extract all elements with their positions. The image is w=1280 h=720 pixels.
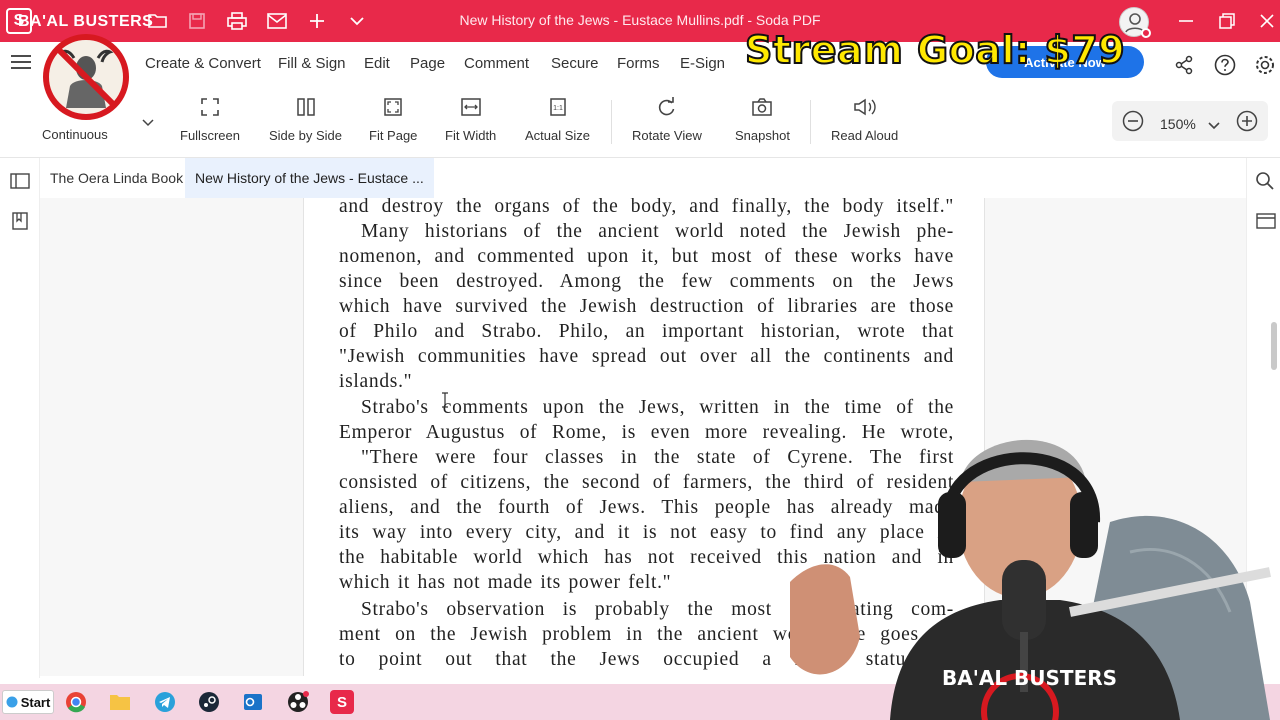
tab-new-history-of-the-jews[interactable]: New History of the Jews - Eustace ...	[185, 158, 434, 198]
baal-busters-logo	[40, 34, 132, 120]
notification-dot	[1141, 28, 1151, 38]
restore-icon[interactable]	[1212, 8, 1242, 34]
chrome-icon[interactable]	[64, 690, 88, 714]
start-label: Start	[20, 694, 51, 710]
menu-fill-sign[interactable]: Fill & Sign	[278, 55, 346, 72]
side-by-side-label: Side by Side	[269, 128, 342, 143]
text-cursor-icon	[440, 392, 450, 413]
rotate-icon	[654, 94, 680, 120]
menu-create-convert[interactable]: Create & Convert	[145, 55, 261, 72]
start-button[interactable]: Start	[2, 690, 54, 714]
outlook-icon[interactable]	[241, 690, 265, 714]
menu-forms[interactable]: Forms	[617, 55, 660, 72]
text-line: since been destroyed. Among the few comm…	[339, 271, 954, 292]
shirt-text: BA'AL BUSTERS	[942, 666, 1118, 690]
document-tabs: The Oera Linda Book New History of the J…	[40, 158, 1240, 198]
menu-e-sign[interactable]: E-Sign	[680, 55, 725, 72]
zoom-chevron-down-icon[interactable]	[1208, 117, 1220, 135]
share-icon[interactable]	[1172, 53, 1196, 77]
file-explorer-icon[interactable]	[108, 690, 132, 714]
sidebar-toggle-icon[interactable]	[9, 170, 31, 192]
obs-icon[interactable]	[286, 690, 310, 714]
side-by-side-icon	[293, 94, 319, 120]
webcam-overlay: BA'AL BUSTERS	[770, 412, 1280, 720]
speaker-icon	[852, 94, 878, 120]
close-icon[interactable]	[1252, 8, 1280, 34]
fit-page-label: Fit Page	[369, 128, 418, 143]
menu-edit[interactable]: Edit	[364, 55, 390, 72]
menu-page[interactable]: Page	[410, 55, 445, 72]
menu-comment[interactable]: Comment	[464, 55, 529, 72]
svg-text:1:1: 1:1	[553, 105, 563, 112]
view-mode-label: Continuous	[42, 127, 108, 142]
menu-secure[interactable]: Secure	[551, 55, 599, 72]
fit-page-icon	[380, 94, 406, 120]
view-toolbar: Continuous Fullscreen Side by Side Fit P…	[0, 86, 1280, 158]
vertical-scrollbar-thumb[interactable]	[1271, 322, 1277, 370]
view-mode-chevron-icon[interactable]	[142, 114, 154, 132]
text-line: which have survived the Jewish destructi…	[339, 296, 954, 317]
fit-width-button[interactable]: Fit Width	[445, 94, 496, 143]
snapshot-button[interactable]: Snapshot	[735, 94, 790, 143]
read-aloud-label: Read Aloud	[831, 128, 899, 143]
toolbar-divider	[611, 100, 612, 144]
rotate-view-button[interactable]: Rotate View	[632, 94, 702, 143]
soda-pdf-taskbar-icon[interactable]: S	[330, 690, 354, 714]
actual-size-icon: 1:1	[545, 94, 571, 120]
view-mode-select[interactable]: Continuous	[42, 127, 108, 142]
text-line: nomenon, and commented upon it, but most…	[339, 246, 954, 267]
minimize-icon[interactable]	[1171, 8, 1201, 34]
text-line: and destroy the organs of the body, and …	[339, 198, 954, 217]
side-by-side-button[interactable]: Side by Side	[269, 94, 342, 143]
camera-icon	[749, 94, 775, 120]
panel-view-icon[interactable]	[1255, 210, 1277, 232]
tab-oera-linda-book[interactable]: The Oera Linda Book	[40, 158, 193, 198]
text-line: "Jewish communities have spread out over…	[339, 346, 954, 367]
snapshot-label: Snapshot	[735, 128, 790, 143]
fullscreen-button[interactable]: Fullscreen	[180, 94, 240, 143]
toolbar-divider	[810, 100, 811, 144]
zoom-level[interactable]: 150%	[1160, 116, 1196, 132]
bookmark-panel-icon[interactable]	[9, 210, 31, 232]
text-line: islands."	[339, 371, 413, 392]
text-line: of Philo and Strabo. Philo, an important…	[339, 321, 954, 342]
zoom-in-icon[interactable]	[1236, 110, 1258, 137]
hamburger-menu-icon[interactable]	[11, 54, 31, 75]
window-title: New History of the Jews - Eustace Mullin…	[459, 12, 821, 28]
actual-size-button[interactable]: 1:1 Actual Size	[525, 94, 590, 143]
stream-goal-overlay: Stream Goal: $79	[744, 27, 1126, 73]
fullscreen-icon	[197, 94, 223, 120]
actual-size-label: Actual Size	[525, 128, 591, 143]
telegram-icon[interactable]	[153, 690, 177, 714]
zoom-out-icon[interactable]	[1122, 110, 1144, 137]
settings-gear-icon[interactable]	[1253, 53, 1277, 77]
rotate-view-label: Rotate View	[632, 128, 702, 143]
fit-width-icon	[458, 94, 484, 120]
read-aloud-button[interactable]: Read Aloud	[831, 94, 898, 143]
left-panel-rail	[0, 158, 40, 678]
fit-width-label: Fit Width	[445, 128, 497, 143]
fullscreen-label: Fullscreen	[180, 128, 240, 143]
fit-page-button[interactable]: Fit Page	[369, 94, 417, 143]
text-line: Many historians of the ancient world not…	[361, 221, 954, 242]
steam-icon[interactable]	[197, 690, 221, 714]
search-icon[interactable]	[1254, 170, 1276, 192]
help-icon[interactable]	[1213, 53, 1237, 77]
